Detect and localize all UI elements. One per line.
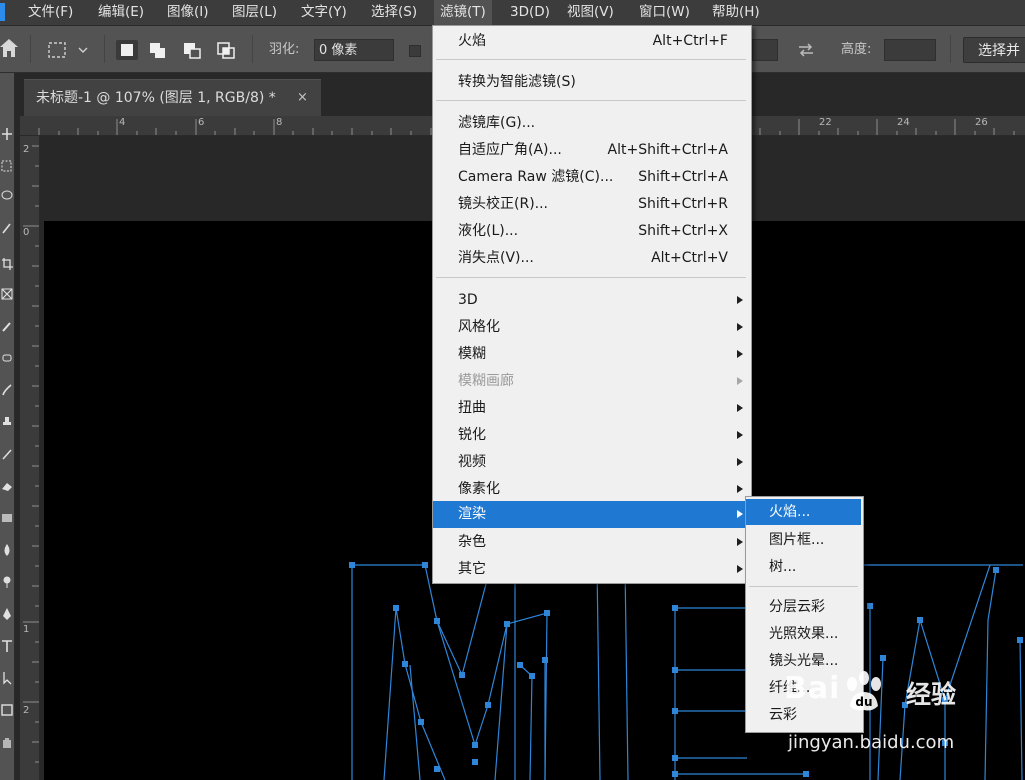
shortcut-label: Shift+Ctrl+X xyxy=(638,223,728,239)
filter-menu-item-video[interactable]: 视频 xyxy=(433,449,749,475)
filter-menu-item-lens-correction[interactable]: 镜头校正(R)... Shift+Ctrl+R xyxy=(433,191,749,217)
filter-menu-item-vanishing-point[interactable]: 消失点(V)... Alt+Ctrl+V xyxy=(433,245,749,271)
render-item-flame[interactable]: 火焰... xyxy=(746,499,861,525)
submenu-arrow-icon xyxy=(737,404,743,412)
watermark-brand: Bai xyxy=(784,671,841,706)
filter-menu-item-liquify[interactable]: 液化(L)... Shift+Ctrl+X xyxy=(433,218,749,244)
baidu-jingyan-watermark: du Bai 经验 jingyan.baidu.com xyxy=(780,668,1025,780)
submenu-arrow-icon xyxy=(737,538,743,546)
shortcut-label: Alt+Ctrl+V xyxy=(651,250,728,266)
filter-menu-item-blur-gallery: 模糊画廊 xyxy=(433,368,749,394)
svg-text:du: du xyxy=(855,695,872,709)
render-item-difference-clouds[interactable]: 分层云彩 xyxy=(746,594,861,620)
watermark-url: jingyan.baidu.com xyxy=(788,732,955,753)
filter-menu-item-distort[interactable]: 扭曲 xyxy=(433,395,749,421)
filter-menu-item-noise[interactable]: 杂色 xyxy=(433,529,749,555)
shortcut-label: Alt+Ctrl+F xyxy=(652,33,728,49)
filter-menu: 火焰 Alt+Ctrl+F 转换为智能滤镜(S) 滤镜库(G)... 自适应广角… xyxy=(432,25,752,584)
submenu-arrow-icon xyxy=(737,323,743,331)
submenu-arrow-icon xyxy=(737,565,743,573)
watermark-product: 经验 xyxy=(906,680,957,709)
menu-separator xyxy=(436,277,746,278)
filter-menu-item-flame[interactable]: 火焰 Alt+Ctrl+F xyxy=(433,28,749,54)
menu-separator xyxy=(436,100,746,101)
render-item-tree[interactable]: 树... xyxy=(746,554,861,580)
submenu-arrow-icon xyxy=(737,377,743,385)
filter-menu-item-convert-smart-filter[interactable]: 转换为智能滤镜(S) xyxy=(433,69,749,95)
shortcut-label: Shift+Ctrl+A xyxy=(638,169,728,185)
submenu-arrow-icon xyxy=(737,458,743,466)
filter-menu-item-other[interactable]: 其它 xyxy=(433,556,749,582)
submenu-arrow-icon xyxy=(737,485,743,493)
submenu-arrow-icon xyxy=(737,431,743,439)
menu-separator xyxy=(749,586,858,587)
filter-menu-item-3d[interactable]: 3D xyxy=(433,287,749,313)
submenu-arrow-icon xyxy=(737,350,743,358)
shortcut-label: Alt+Shift+Ctrl+A xyxy=(607,142,728,158)
filter-menu-item-render[interactable]: 渲染 xyxy=(433,501,749,528)
render-item-picture-frame[interactable]: 图片框... xyxy=(746,527,861,553)
filter-menu-item-pixelate[interactable]: 像素化 xyxy=(433,476,749,502)
submenu-arrow-icon xyxy=(737,510,743,518)
filter-menu-item-stylize[interactable]: 风格化 xyxy=(433,314,749,340)
menu-separator xyxy=(436,59,746,60)
filter-menu-item-adaptive-wide-angle[interactable]: 自适应广角(A)... Alt+Shift+Ctrl+A xyxy=(433,137,749,163)
shortcut-label: Shift+Ctrl+R xyxy=(638,196,728,212)
filter-menu-item-sharpen[interactable]: 锐化 xyxy=(433,422,749,448)
paw-logo-icon: du xyxy=(847,671,881,711)
filter-menu-item-blur[interactable]: 模糊 xyxy=(433,341,749,367)
render-item-lighting-effects[interactable]: 光照效果... xyxy=(746,621,861,647)
filter-menu-item-filter-gallery[interactable]: 滤镜库(G)... xyxy=(433,110,749,136)
filter-menu-item-camera-raw[interactable]: Camera Raw 滤镜(C)... Shift+Ctrl+A xyxy=(433,164,749,190)
submenu-arrow-icon xyxy=(737,296,743,304)
